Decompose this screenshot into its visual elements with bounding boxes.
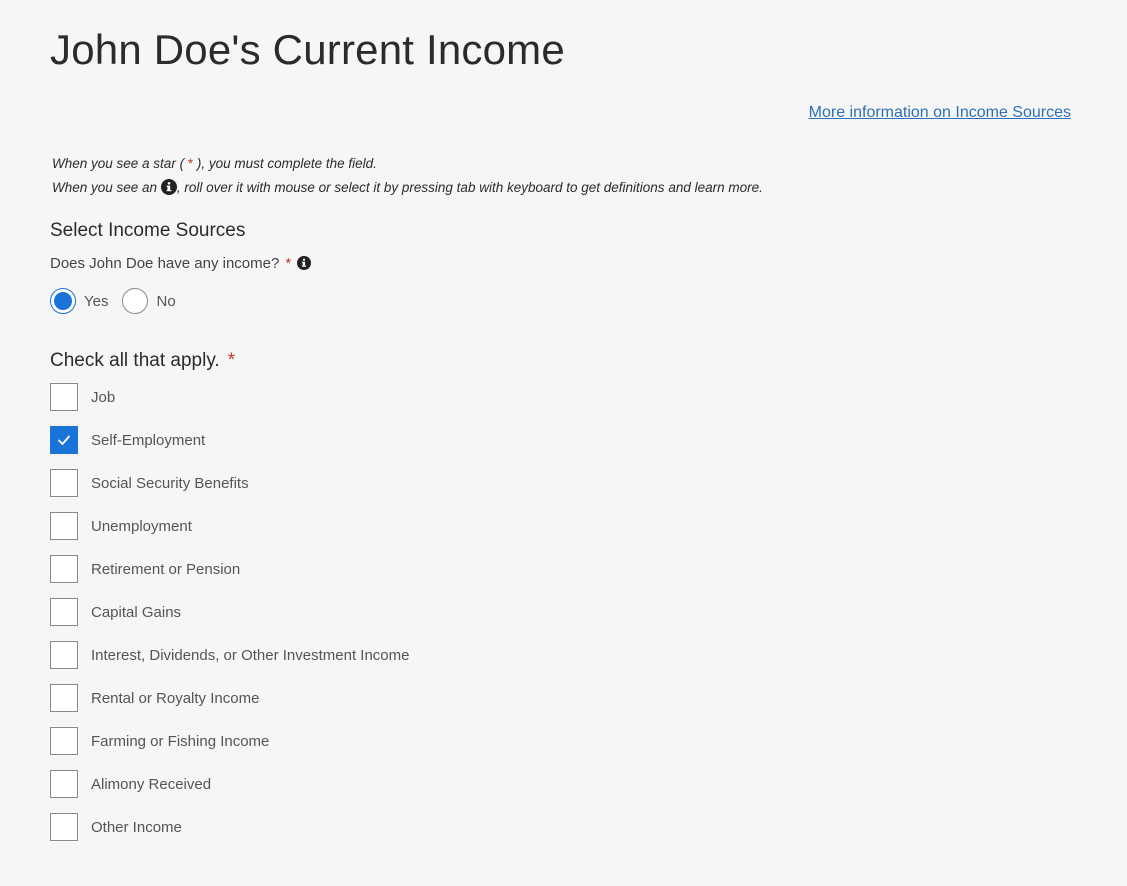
radio-no[interactable]: No (122, 288, 176, 314)
checkbox-item-capital-gains[interactable]: Capital Gains (50, 598, 409, 626)
radio-selected-dot (54, 292, 72, 310)
checkbox-label: Alimony Received (91, 775, 212, 793)
required-star: * (227, 350, 236, 371)
checkbox-item-unemployment[interactable]: Unemployment (50, 512, 409, 540)
instruction-info-text-start: When you see an (52, 180, 161, 195)
checkbox-item-rental-or-royalty-income[interactable]: Rental or Royalty Income (50, 684, 409, 712)
checkbox-label: Retirement or Pension (91, 560, 241, 578)
checkbox-label: Capital Gains (91, 603, 182, 621)
checkbox-label: Unemployment (91, 517, 192, 535)
checkbox-item-retirement-or-pension[interactable]: Retirement or Pension (50, 555, 409, 583)
checkbox-item-job[interactable]: Job (50, 383, 409, 411)
more-info-income-sources-link[interactable]: More information on Income Sources (809, 104, 1071, 122)
checkbox-self-employment[interactable] (50, 426, 78, 454)
checkmark-icon (58, 435, 70, 445)
checkbox-farming-or-fishing-income[interactable] (50, 727, 78, 755)
check-all-heading-label: Check all that apply. (50, 350, 220, 371)
checkbox-rental-or-royalty-income[interactable] (50, 684, 78, 712)
radio-no-button[interactable] (122, 288, 149, 314)
checkbox-interest-dividends-or-other-investment-income[interactable] (50, 641, 78, 669)
check-all-heading: Check all that apply. * (50, 350, 235, 372)
checkbox-item-interest-dividends-or-other-investment-income[interactable]: Interest, Dividends, or Other Investment… (50, 641, 409, 669)
checkbox-retirement-or-pension[interactable] (50, 555, 78, 583)
radio-yes-button[interactable] (50, 288, 76, 314)
checkbox-unemployment[interactable] (50, 512, 78, 540)
required-star: * (285, 255, 292, 272)
checkbox-item-self-employment[interactable]: Self-Employment (50, 426, 409, 454)
info-circle-icon (160, 179, 177, 195)
checkbox-item-social-security-benefits[interactable]: Social Security Benefits (50, 469, 409, 497)
has-income-question-label: Does John Doe have any income? (50, 255, 280, 272)
radio-yes[interactable]: Yes (50, 288, 108, 314)
instruction-info: When you see an , roll over it with mous… (52, 176, 763, 200)
instruction-info-text-end: , roll over it with mouse or select it b… (176, 180, 763, 195)
info-circle-icon[interactable] (297, 256, 312, 270)
instruction-required: When you see a star ( * ), you must comp… (52, 152, 763, 176)
checkbox-label: Interest, Dividends, or Other Investment… (91, 646, 410, 664)
income-source-checklist: Job Self-Employment Social Security Benefi… (50, 383, 409, 856)
checkbox-label: Farming or Fishing Income (91, 732, 270, 750)
has-income-question: Does John Doe have any income? * (50, 255, 312, 272)
checkbox-item-farming-or-fishing-income[interactable]: Farming or Fishing Income (50, 727, 409, 755)
checkbox-item-alimony-received[interactable]: Alimony Received (50, 770, 409, 798)
checkbox-label: Other Income (91, 818, 182, 836)
radio-yes-label: Yes (84, 292, 109, 310)
checkbox-item-other-income[interactable]: Other Income (50, 813, 409, 841)
has-income-radio-group: Yes No (50, 288, 190, 314)
form-instructions: When you see a star ( * ), you must comp… (52, 152, 763, 200)
checkbox-capital-gains[interactable] (50, 598, 78, 626)
select-income-sources-heading: Select Income Sources (50, 220, 246, 241)
page-title: John Doe's Current Income (50, 26, 565, 73)
instruction-required-text-start: When you see a star ( (52, 156, 188, 171)
checkbox-job[interactable] (50, 383, 78, 411)
checkbox-other-income[interactable] (50, 813, 78, 841)
checkbox-label: Social Security Benefits (91, 474, 249, 492)
checkbox-alimony-received[interactable] (50, 770, 78, 798)
checkbox-social-security-benefits[interactable] (50, 469, 78, 497)
instruction-required-text-end: ), you must complete the field. (193, 156, 377, 171)
checkbox-label: Self-Employment (91, 431, 206, 449)
radio-no-label: No (156, 292, 176, 310)
income-page: John Doe's Current Income More informati… (0, 0, 1127, 886)
checkbox-label: Job (91, 388, 116, 406)
checkbox-label: Rental or Royalty Income (91, 689, 260, 707)
